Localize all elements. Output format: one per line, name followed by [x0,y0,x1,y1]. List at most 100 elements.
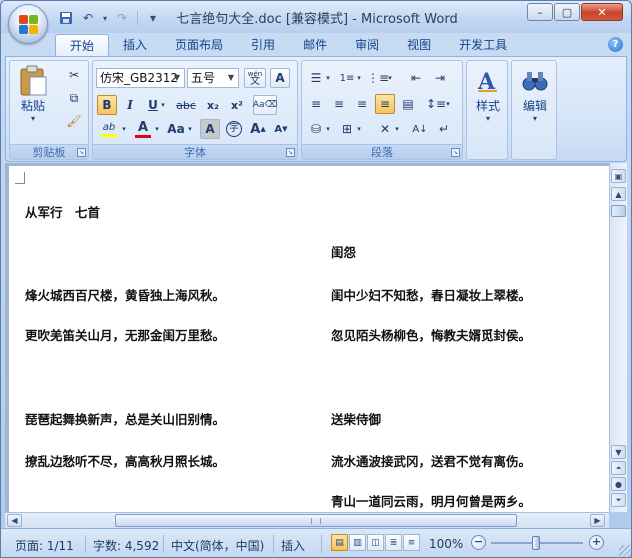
character-shading-button[interactable]: A [200,119,220,139]
editing-button[interactable]: 编辑 ▾ [518,65,552,123]
vertical-scrollbar[interactable]: ▣ ▲ ▼ ⏶ ● ⏷ [609,163,627,512]
shrink-font-button[interactable]: A ▼ [271,119,291,139]
tab-review[interactable]: 审阅 [341,34,393,56]
superscript-button[interactable]: x² [227,95,247,115]
scroll-left-icon[interactable]: ◀ [7,514,22,527]
full-screen-reading-view-icon[interactable]: ▥ [349,534,366,551]
bullets-button[interactable]: ☰ [306,68,326,88]
styles-dropdown-icon: ▾ [485,114,490,123]
undo-dropdown-icon[interactable]: ▾ [101,9,109,27]
paste-label: 粘贴 [20,99,45,113]
tab-page-layout[interactable]: 页面布局 [161,34,237,56]
grow-font-button[interactable]: A ▲ [248,119,268,139]
save-icon[interactable] [57,9,75,27]
phonetic-guide-button[interactable]: wén 文 [244,68,266,88]
chinese-layout-dropdown-icon[interactable]: ▾ [393,119,401,139]
styles-button[interactable]: A 样式 ▾ [471,65,505,123]
tab-mailings[interactable]: 邮件 [289,34,341,56]
scroll-right-icon[interactable]: ▶ [590,514,605,527]
print-layout-view-icon[interactable]: ▤ [331,534,348,551]
tab-references[interactable]: 引用 [237,34,289,56]
font-color-button[interactable]: A [133,119,153,139]
align-center-button[interactable]: ≡ [329,94,349,114]
clear-formatting-button[interactable]: Aa⌫ [253,95,277,115]
document-page[interactable]: 从军行 七首 闺怨 烽火城西百尺楼，黄昏独上海风秋。 闺中少妇不知愁，春日凝妆上… [9,166,609,512]
resize-grip[interactable] [619,545,631,557]
horizontal-scrollbar[interactable]: ◀ ▶ [5,512,609,528]
numbering-dropdown-icon[interactable]: ▾ [355,68,363,88]
zoom-level[interactable]: 100% [429,537,463,551]
zoom-out-button[interactable]: − [471,535,486,550]
zoom-in-button[interactable]: + [589,535,604,550]
minimize-button[interactable]: – [527,3,553,21]
numbering-button[interactable]: 1≡ [337,68,357,88]
help-icon[interactable]: ? [608,37,623,52]
zoom-slider-thumb[interactable] [532,536,540,550]
redo-button[interactable]: ↷ [113,9,131,27]
multilevel-list-button[interactable]: ⋮≡ [367,68,389,88]
distributed-button[interactable]: ▤ [398,94,418,114]
change-case-button[interactable]: Aa [165,119,187,139]
highlight-dropdown-icon[interactable]: ▾ [120,119,128,139]
font-name-combo[interactable]: 仿宋_GB2312 ▼ [96,68,185,88]
justify-button[interactable]: ≡ [375,94,395,114]
scroll-down-icon[interactable]: ▼ [611,445,626,459]
shading-dropdown-icon[interactable]: ▾ [324,119,332,139]
align-left-button[interactable]: ≡ [306,94,326,114]
decrease-indent-button[interactable]: ⇤ [406,68,426,88]
maximize-button[interactable]: ▢ [554,3,580,21]
scroll-up-icon[interactable]: ▲ [611,187,626,201]
word-count[interactable]: 字数: 4,592 [93,537,159,554]
vertical-scroll-thumb[interactable] [611,205,626,217]
font-color-dropdown-icon[interactable]: ▾ [153,119,161,139]
borders-dropdown-icon[interactable]: ▾ [355,119,363,139]
tab-developer[interactable]: 开发工具 [445,34,521,56]
bullets-dropdown-icon[interactable]: ▾ [324,68,332,88]
web-layout-view-icon[interactable]: ◫ [367,534,384,551]
horizontal-scroll-thumb[interactable] [115,514,517,527]
tab-insert[interactable]: 插入 [109,34,161,56]
font-launcher-icon[interactable]: ↘ [286,148,295,157]
bold-button[interactable]: B [97,95,117,115]
italic-button[interactable]: I [120,95,140,115]
subscript-button[interactable]: x₂ [203,95,223,115]
format-painter-icon[interactable]: 🖌 [64,111,84,131]
previous-page-icon[interactable]: ⏶ [611,461,626,475]
highlight-color-button[interactable]: ab [97,119,121,139]
tab-home[interactable]: 开始 [55,34,110,56]
page-indicator[interactable]: 页面: 1/11 [15,537,74,554]
clipboard-launcher-icon[interactable]: ↘ [77,148,86,157]
font-size-combo[interactable]: 五号 ▼ [187,68,239,88]
next-page-icon[interactable]: ⏷ [611,493,626,507]
chinese-layout-button[interactable]: ✕ [375,119,395,139]
character-border-button[interactable]: A [270,68,290,88]
close-button[interactable]: ✕ [581,3,623,21]
increase-indent-button[interactable]: ⇥ [430,68,450,88]
undo-button[interactable]: ↶ [79,9,97,27]
paste-button[interactable]: 粘贴 ▾ [16,65,50,123]
browse-object-icon[interactable]: ● [611,477,626,491]
enclose-characters-button[interactable]: 字 [224,119,244,139]
tab-view[interactable]: 视图 [393,34,445,56]
paragraph-launcher-icon[interactable]: ↘ [451,148,460,157]
line-spacing-dropdown-icon[interactable]: ▾ [444,94,452,114]
align-right-button[interactable]: ≡ [352,94,372,114]
sort-button[interactable]: A↓ [410,119,430,139]
language-indicator[interactable]: 中文(简体，中国) [171,537,264,554]
office-button[interactable] [8,4,48,44]
underline-dropdown-icon[interactable]: ▾ [159,95,167,115]
outline-view-icon[interactable]: ≣ [385,534,402,551]
multilevel-dropdown-icon[interactable]: ▾ [386,68,394,88]
customize-qat-button[interactable]: ▾ [144,9,162,27]
shading-button[interactable]: ⛁ [306,119,326,139]
change-case-dropdown-icon[interactable]: ▾ [186,119,194,139]
cut-icon[interactable]: ✂ [64,65,84,85]
borders-button[interactable]: ⊞ [337,119,357,139]
strikethrough-button[interactable]: abc [173,95,199,115]
copy-icon[interactable]: ⧉ [64,88,84,108]
show-marks-button[interactable]: ↵ [434,119,454,139]
draft-view-icon[interactable]: ≡ [403,534,420,551]
insert-mode[interactable]: 插入 [281,537,305,554]
ruler-toggle-icon[interactable]: ▣ [611,169,626,183]
line-spacing-button[interactable]: ↕≡ [426,94,446,114]
